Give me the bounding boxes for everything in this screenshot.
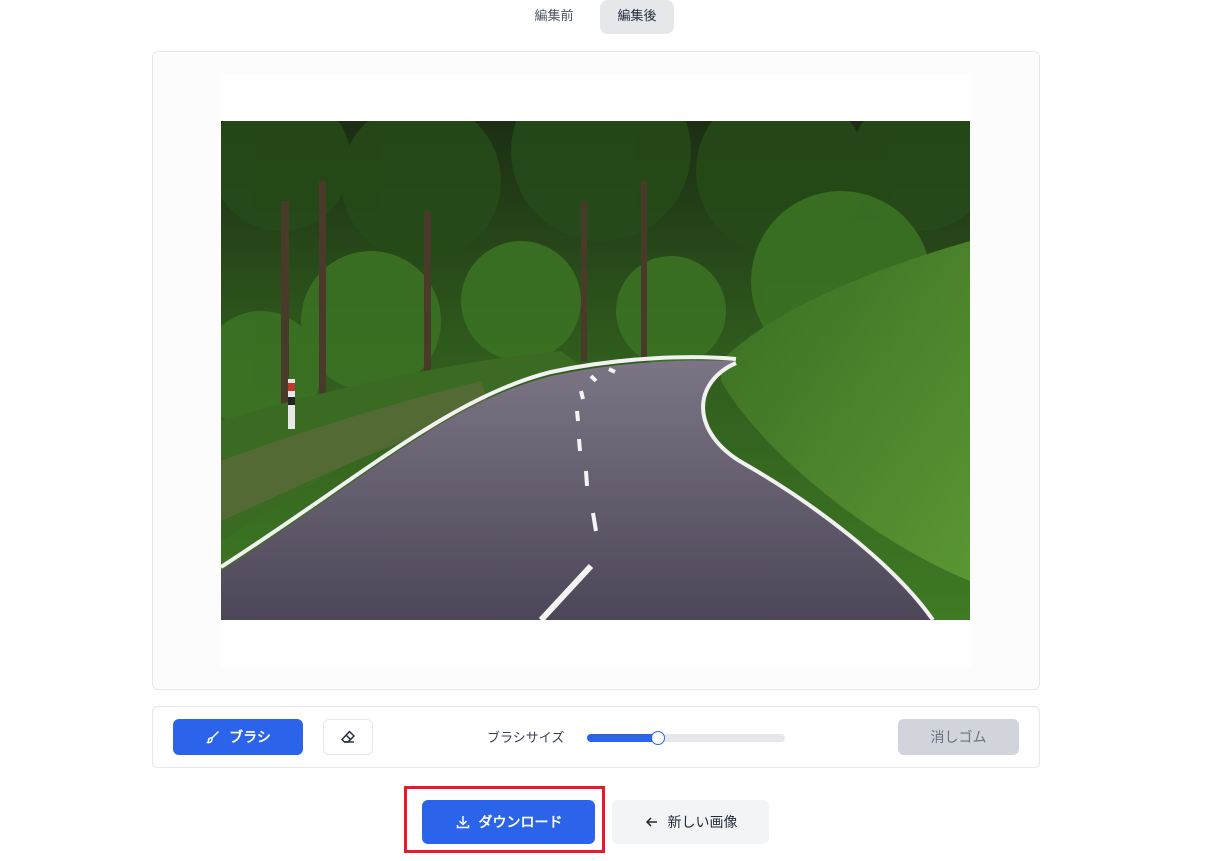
- arrow-left-icon: [644, 814, 660, 830]
- brush-button[interactable]: ブラシ: [173, 719, 303, 755]
- new-image-button[interactable]: 新しい画像: [612, 800, 769, 844]
- download-icon: [455, 814, 471, 830]
- brush-size-label: ブラシサイズ: [487, 731, 565, 746]
- brush-toolbar: ブラシ ブラシサイズ 消しゴム: [152, 706, 1040, 768]
- new-image-button-label: 新しい画像: [667, 815, 738, 831]
- tab-before-edit[interactable]: 編集前: [519, 0, 589, 34]
- erase-action-button[interactable]: 消しゴム: [898, 719, 1019, 755]
- brush-icon: [205, 729, 221, 745]
- slider-fill: [587, 734, 658, 742]
- eraser-icon: [340, 729, 356, 745]
- eraser-tool-button[interactable]: [323, 719, 373, 755]
- slider-thumb[interactable]: [651, 731, 665, 745]
- brush-button-label: ブラシ: [229, 730, 271, 746]
- tab-after-edit[interactable]: 編集後: [600, 0, 674, 34]
- view-tabs: 編集前 編集後: [0, 0, 1228, 34]
- download-button[interactable]: ダウンロード: [422, 800, 595, 844]
- download-button-label: ダウンロード: [478, 815, 563, 831]
- brush-size-slider[interactable]: [587, 731, 785, 745]
- edited-image[interactable]: [221, 121, 970, 620]
